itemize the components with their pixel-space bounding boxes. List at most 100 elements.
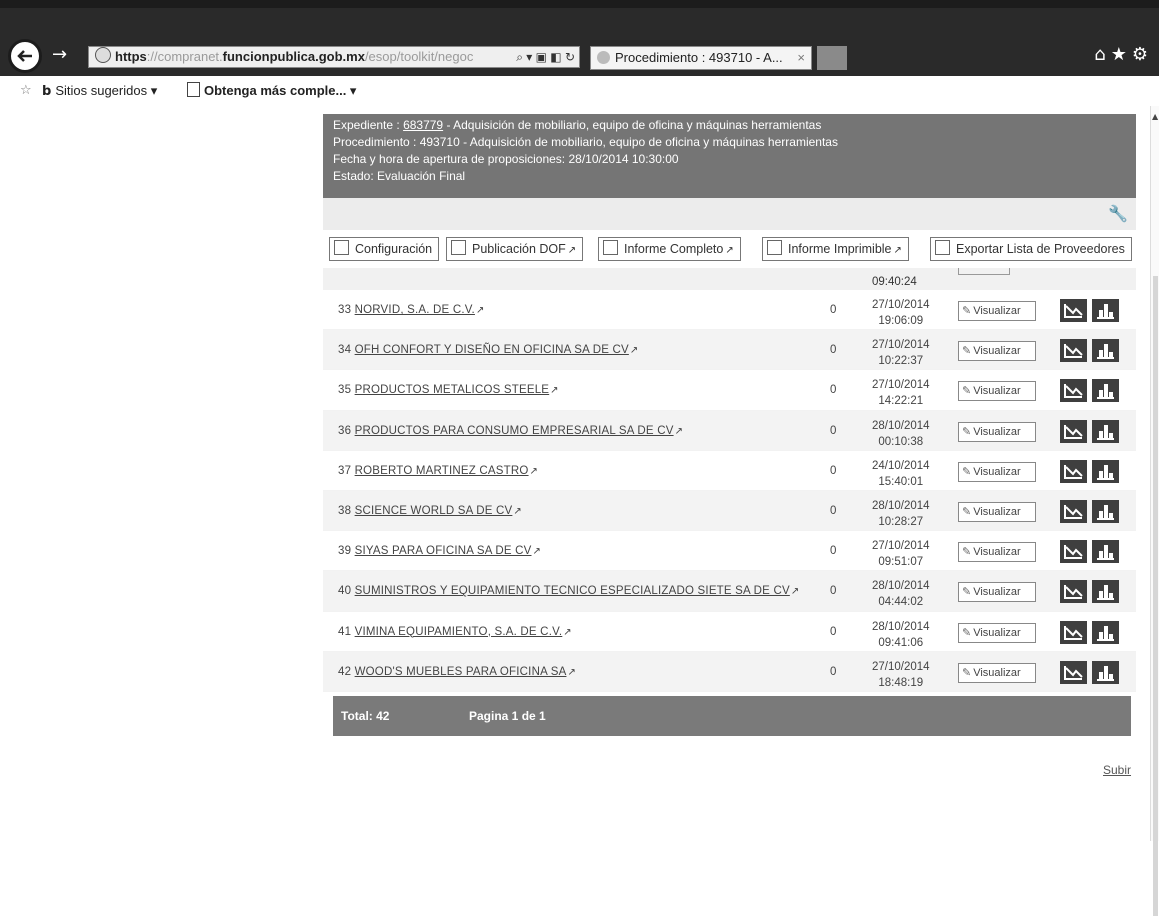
bar-chart-icon[interactable] [1092, 540, 1119, 564]
bar-chart-icon[interactable] [1092, 339, 1119, 363]
supplier-link[interactable]: VIMINA EQUIPAMIENTO, S.A. DE C.V. [355, 626, 563, 638]
submission-date: 27/10/2014 [872, 379, 930, 392]
evaluation-chart-icon[interactable] [1060, 580, 1087, 604]
table-row: 36 PRODUCTOS PARA CONSUMO EMPRESARIAL SA… [323, 410, 1136, 451]
submission-datetime: 28/10/2014 10:28:27 [872, 498, 930, 530]
table-row: 35 PRODUCTOS METALICOS STEELE↗ 0 27/10/201… [323, 370, 1136, 411]
bar-chart-icon[interactable] [1092, 660, 1119, 684]
submission-time: 19:06:09 [878, 315, 924, 327]
browser-right-icons[interactable]: ⌂★⚙ [1094, 44, 1153, 65]
wrench-icon[interactable]: 🔧 [1108, 204, 1128, 223]
message-count: 0 [830, 504, 837, 517]
scroll-top-link[interactable]: Subir [1103, 763, 1131, 777]
address-controls[interactable]: ⌕ ▾ ▣ ◧ ↻ [516, 47, 575, 67]
bar-chart-icon[interactable] [1092, 499, 1119, 523]
submission-time: 00:10:38 [878, 435, 924, 448]
bar-chart-icon[interactable] [1092, 419, 1119, 443]
external-link-icon[interactable]: ↗ [533, 546, 542, 557]
external-link-icon[interactable]: ↗ [563, 627, 572, 638]
evaluation-chart-icon[interactable] [1060, 660, 1087, 684]
external-link-icon[interactable]: ↗ [630, 345, 639, 356]
exportar-proveedores-button[interactable]: Exportar Lista de Proveedores [930, 237, 1132, 261]
get-more-addons-link[interactable]: Obtenga más comple... ▾ [187, 76, 356, 106]
evaluation-chart-icon[interactable] [1060, 540, 1087, 564]
previous-visualizar-partial[interactable] [958, 268, 1010, 275]
procedimiento-line: Procedimiento : 493710 - Adquisición de … [333, 135, 838, 149]
new-tab-button[interactable] [817, 46, 847, 70]
visualizar-label: Visualizar [973, 345, 1021, 358]
bar-chart-icon[interactable] [1092, 299, 1119, 322]
external-link-icon[interactable]: ↗ [675, 426, 684, 437]
external-link-icon[interactable]: ↗ [530, 466, 539, 477]
submission-date: 28/10/2014 [872, 499, 930, 512]
evaluation-chart-icon[interactable] [1060, 379, 1087, 403]
external-link-icon[interactable]: ↗ [567, 667, 576, 678]
row-number: 38 [338, 504, 352, 517]
forward-arrow-icon[interactable]: → [52, 44, 67, 65]
bar-chart-icon[interactable] [1092, 620, 1119, 644]
evaluation-chart-icon[interactable] [1060, 299, 1087, 322]
visualizar-button[interactable]: ✎ Visualizar [958, 501, 1036, 522]
scroll-up-icon[interactable]: ▲ [1152, 112, 1158, 121]
publicacion-dof-button[interactable]: Publicación DOF ↗ [446, 237, 584, 261]
bar-chart-icon[interactable] [1092, 459, 1119, 483]
pencil-icon: ✎ [962, 304, 972, 317]
total-count: Total: 42 [341, 709, 390, 723]
page-icon [187, 82, 200, 97]
message-count: 0 [830, 545, 837, 558]
evaluation-chart-icon[interactable] [1060, 499, 1087, 523]
tab-procedimiento[interactable]: Procedimiento : 493710 - A... × [590, 46, 812, 70]
expediente-link[interactable]: 683779 [403, 118, 443, 132]
supplier-link[interactable]: SCIENCE WORLD SA DE CV [355, 505, 513, 517]
evaluation-chart-icon[interactable] [1060, 620, 1087, 644]
page-scrollbar[interactable]: ▲ [1150, 106, 1159, 916]
external-link-icon[interactable]: ↗ [791, 586, 800, 597]
supplier-link[interactable]: OFH CONFORT Y DISEÑO EN OFICINA SA DE CV [355, 344, 629, 356]
supplier-link[interactable]: SIYAS PARA OFICINA SA DE CV [355, 545, 532, 557]
visualizar-label: Visualizar [973, 385, 1021, 398]
supplier-link[interactable]: PRODUCTOS PARA CONSUMO EMPRESARIAL SA DE… [355, 425, 674, 437]
supplier-link[interactable]: SUMINISTROS Y EQUIPAMIENTO TECNICO ESPEC… [355, 585, 790, 597]
supplier-link[interactable]: NORVID, S.A. DE C.V. [355, 304, 475, 316]
visualizar-button[interactable]: ✎ Visualizar [958, 662, 1036, 683]
visualizar-button[interactable]: ✎ Visualizar [958, 301, 1036, 321]
row-number: 41 [338, 625, 352, 638]
submission-datetime: 28/10/2014 09:41:06 [872, 619, 930, 651]
favorites-star-icon[interactable]: ☆ [20, 76, 32, 106]
visualizar-button[interactable]: ✎ Visualizar [958, 461, 1036, 482]
evaluation-chart-icon[interactable] [1060, 459, 1087, 483]
external-link-icon[interactable]: ↗ [476, 305, 485, 316]
supplier-link[interactable]: ROBERTO MARTINEZ CASTRO [355, 465, 529, 477]
bar-chart-icon[interactable] [1092, 580, 1119, 604]
informe-imprimible-button[interactable]: Informe Imprimible ↗ [762, 237, 909, 261]
row-number: 35 [338, 384, 352, 397]
pencil-icon: ✎ [962, 424, 972, 438]
suggested-sites-link[interactable]: b Sitios sugeridos ▾ [42, 76, 157, 107]
row-number: 36 [338, 424, 352, 437]
supplier-link[interactable]: PRODUCTOS METALICOS STEELE [355, 384, 550, 396]
supplier-name: 42 WOOD'S MUEBLES PARA OFICINA SA↗ [338, 666, 576, 678]
procedure-header: Expediente : 683779 - Adquisición de mob… [323, 114, 1136, 198]
external-link-icon[interactable]: ↗ [513, 506, 522, 517]
external-link-icon[interactable]: ↗ [550, 385, 559, 396]
visualizar-button[interactable]: ✎ Visualizar [958, 542, 1036, 563]
row-number: 34 [338, 344, 352, 357]
scrollbar-thumb[interactable] [1153, 276, 1158, 916]
expediente-desc: - Adquisición de mobiliario, equipo de o… [443, 118, 822, 132]
address-bar[interactable]: https://compranet.funcionpublica.gob.mx/… [88, 46, 580, 68]
supplier-link[interactable]: WOOD'S MUEBLES PARA OFICINA SA [355, 666, 567, 678]
visualizar-button[interactable]: ✎ Visualizar [958, 381, 1036, 402]
evaluation-chart-icon[interactable] [1060, 419, 1087, 443]
visualizar-button[interactable]: ✎ Visualizar [958, 421, 1036, 442]
visualizar-button[interactable]: ✎ Visualizar [958, 341, 1036, 362]
submission-time: 09:41:06 [878, 636, 924, 649]
close-tab-icon[interactable]: × [797, 47, 805, 69]
back-button[interactable] [8, 39, 42, 73]
visualizar-button[interactable]: ✎ Visualizar [958, 622, 1036, 643]
bar-chart-icon[interactable] [1092, 379, 1119, 403]
informe-completo-button[interactable]: Informe Completo ↗ [598, 237, 741, 261]
configuracion-button[interactable]: Configuración [329, 237, 440, 261]
submission-date: 24/10/2014 [872, 459, 930, 472]
visualizar-button[interactable]: ✎ Visualizar [958, 582, 1036, 603]
evaluation-chart-icon[interactable] [1060, 339, 1087, 363]
